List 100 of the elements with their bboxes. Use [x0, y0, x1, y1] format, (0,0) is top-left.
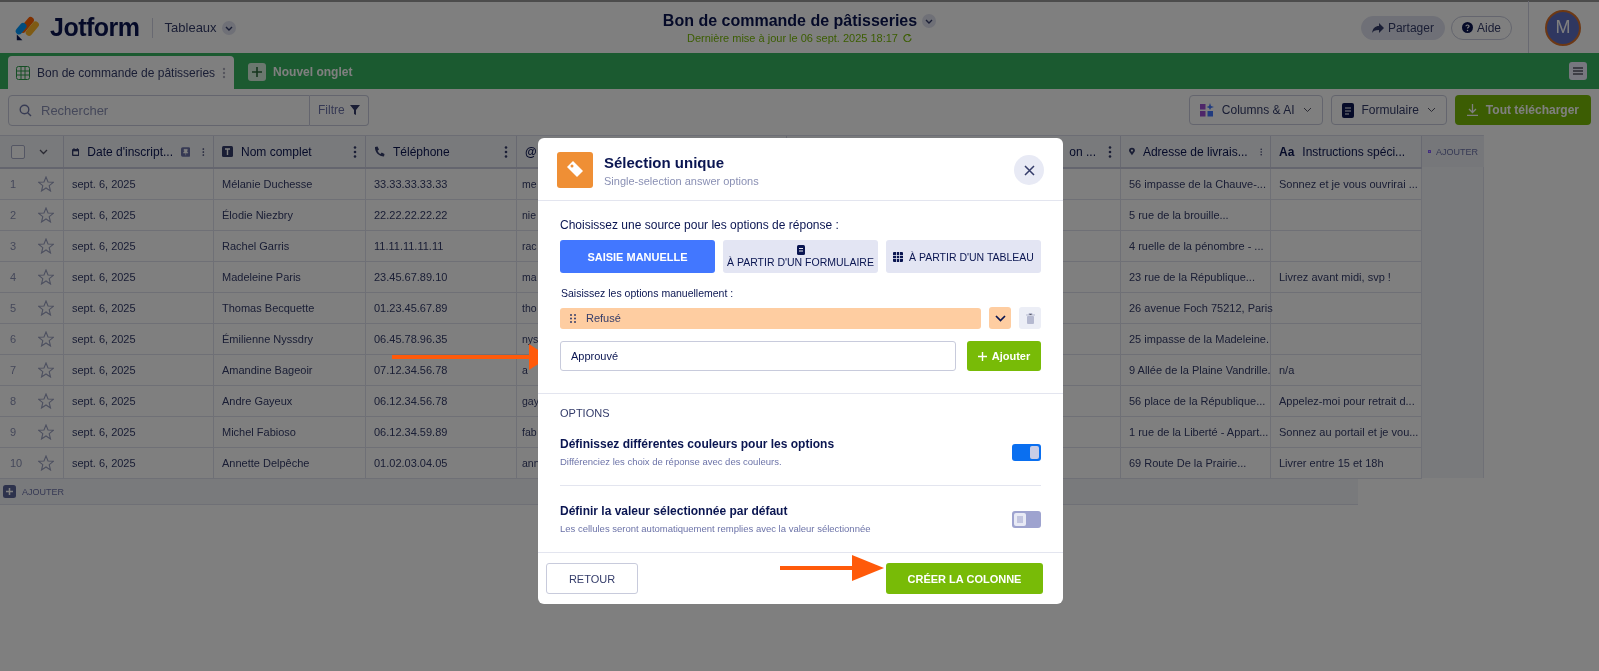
table-cell: 06.12.34.59.89 [366, 417, 517, 447]
section-heading: OPTIONS [560, 407, 611, 419]
star-icon[interactable] [38, 238, 54, 254]
table-cell: 06.12.34.56.78 [366, 386, 517, 416]
section-dropdown[interactable]: Tableaux [164, 20, 236, 35]
star-icon[interactable] [38, 207, 54, 223]
source-option[interactable]: À PARTIR D'UN FORMULAIRE [723, 240, 878, 273]
setting-description: Différenciez les choix de réponse avec des couleurs. [560, 456, 783, 467]
pin-icon[interactable] [181, 144, 191, 159]
table-cell: sept. 6, 2025 [64, 293, 214, 323]
create-column-button[interactable]: CRÉER LA COLONNE [886, 563, 1043, 594]
chevron-icon [221, 20, 236, 35]
source-option[interactable]: SAISIE MANUELLE [560, 240, 715, 273]
chevron-icon[interactable] [922, 13, 937, 28]
table-cell: Annette Delpêche [214, 448, 366, 478]
table-cell: Élodie Niezbry [214, 200, 366, 230]
share-button[interactable]: Partager [1360, 15, 1445, 40]
star-icon[interactable] [38, 455, 54, 471]
delete-button[interactable] [1019, 307, 1041, 329]
toggle-switch[interactable] [1012, 510, 1041, 528]
drag-handle-icon[interactable] [570, 313, 576, 323]
tag-icon [557, 152, 593, 188]
setting-title: Définir la valeur sélectionnée par défaut [560, 504, 789, 518]
plus-icon [977, 351, 987, 361]
download-icon [1466, 104, 1478, 116]
table-cell: sept. 6, 2025 [64, 262, 214, 292]
chevron-icon [1302, 107, 1312, 113]
form-button[interactable]: Formulaire [1330, 95, 1447, 125]
row-number: 4 [10, 271, 18, 283]
more-icon[interactable] [202, 145, 205, 158]
star-icon[interactable] [38, 424, 54, 440]
filter-icon [349, 105, 360, 115]
more-icon[interactable] [1108, 145, 1112, 158]
table-cell: 5 rue de la brouille... [1121, 200, 1271, 230]
column-header[interactable]: Téléphone [366, 136, 517, 167]
grid-icon [16, 65, 30, 80]
star-icon[interactable] [38, 300, 54, 316]
sheet-tab[interactable]: Bon de commande de pâtisseries [8, 56, 235, 89]
table-cell: sept. 6, 2025 [64, 386, 214, 416]
star-icon[interactable] [38, 362, 54, 378]
plus-icon [248, 62, 267, 81]
last-updated-text: Dernière mise à jour le 06 sept. 2025 18:17 [687, 31, 898, 44]
table-cell: 1 rue de la Liberté - Appart... [1121, 417, 1271, 447]
star-icon[interactable] [38, 176, 54, 192]
more-icon[interactable] [353, 145, 357, 158]
chevron-icon[interactable] [39, 148, 48, 155]
table-cell: 69 Route De la Prairie... [1121, 448, 1271, 478]
column-header[interactable]: Adresse de livrais... [1121, 136, 1271, 167]
column-header[interactable]: Nom complet [214, 136, 366, 167]
star-icon[interactable] [38, 393, 54, 409]
table-cell: Rachel Garris [214, 231, 366, 261]
setting-description: Les cellules seront automatiquement remplies avec la valeur sélectionnée [560, 523, 871, 534]
grip-icon [1017, 515, 1023, 523]
add-option-button[interactable]: Ajouter [967, 341, 1041, 371]
table-cell: 56 place de la République... [1121, 386, 1271, 416]
widgets-icon [1199, 103, 1214, 117]
answer-option[interactable]: Refusé [560, 307, 981, 329]
calendar-icon [72, 145, 80, 158]
help-button[interactable]: Aide [1450, 15, 1512, 40]
table-cell: Andre Gayeux [214, 386, 366, 416]
new-option-field[interactable]: Approuvé [560, 341, 956, 371]
user-avatar[interactable]: M [1545, 9, 1581, 46]
table-cell: 25 impasse de la Madeleine. [1121, 324, 1271, 354]
chevron-icon [994, 314, 1006, 322]
close-button[interactable] [1014, 155, 1044, 185]
table-cell: 01.23.45.67.89 [366, 293, 517, 323]
back-button[interactable]: RETOUR [546, 563, 638, 594]
toggle-switch[interactable] [1012, 443, 1041, 461]
more-icon[interactable] [504, 145, 508, 158]
document-icon [796, 245, 805, 255]
source-option[interactable]: À PARTIR D'UN TABLEAU [886, 240, 1041, 273]
row-number: 3 [10, 240, 18, 252]
search-field[interactable]: Rechercher [8, 94, 310, 126]
refresh-icon[interactable] [903, 33, 912, 42]
location-pin-icon [1129, 145, 1135, 158]
document-title: Bon de commande de pâtisseries [662, 11, 918, 30]
dialog-title: Sélection unique [604, 153, 725, 171]
star-icon[interactable] [38, 331, 54, 347]
help-icon [1461, 22, 1473, 33]
table-cell: 01.02.03.04.05 [366, 448, 517, 478]
filter-button[interactable]: Filtre [310, 94, 369, 126]
row-number: 7 [10, 364, 18, 376]
menu-icon[interactable] [1569, 62, 1587, 80]
table-cell: sept. 6, 2025 [64, 200, 214, 230]
text-field-icon [222, 146, 233, 157]
star-icon[interactable] [38, 269, 54, 285]
table-cell: 07.12.34.56.78 [366, 355, 517, 385]
table-cell: 06.45.78.96.35 [366, 324, 517, 354]
table-cell: 56 impasse de la Chauve-... [1121, 169, 1271, 199]
column-header[interactable]: Date d'inscript... [64, 136, 214, 167]
color-dropdown[interactable] [989, 307, 1011, 329]
select-all-checkbox[interactable] [11, 144, 25, 159]
table-cell: sept. 6, 2025 [64, 231, 214, 261]
field-type-icon: @ [525, 144, 537, 159]
table-cell: 11.11.11.11.11 [366, 231, 517, 261]
table-cell: Madeleine Paris [214, 262, 366, 292]
table-cell: sept. 6, 2025 [64, 169, 214, 199]
columns-ai-button[interactable]: Columns & AI [1188, 95, 1323, 125]
row-number: 5 [10, 302, 18, 314]
more-icon [222, 66, 227, 79]
